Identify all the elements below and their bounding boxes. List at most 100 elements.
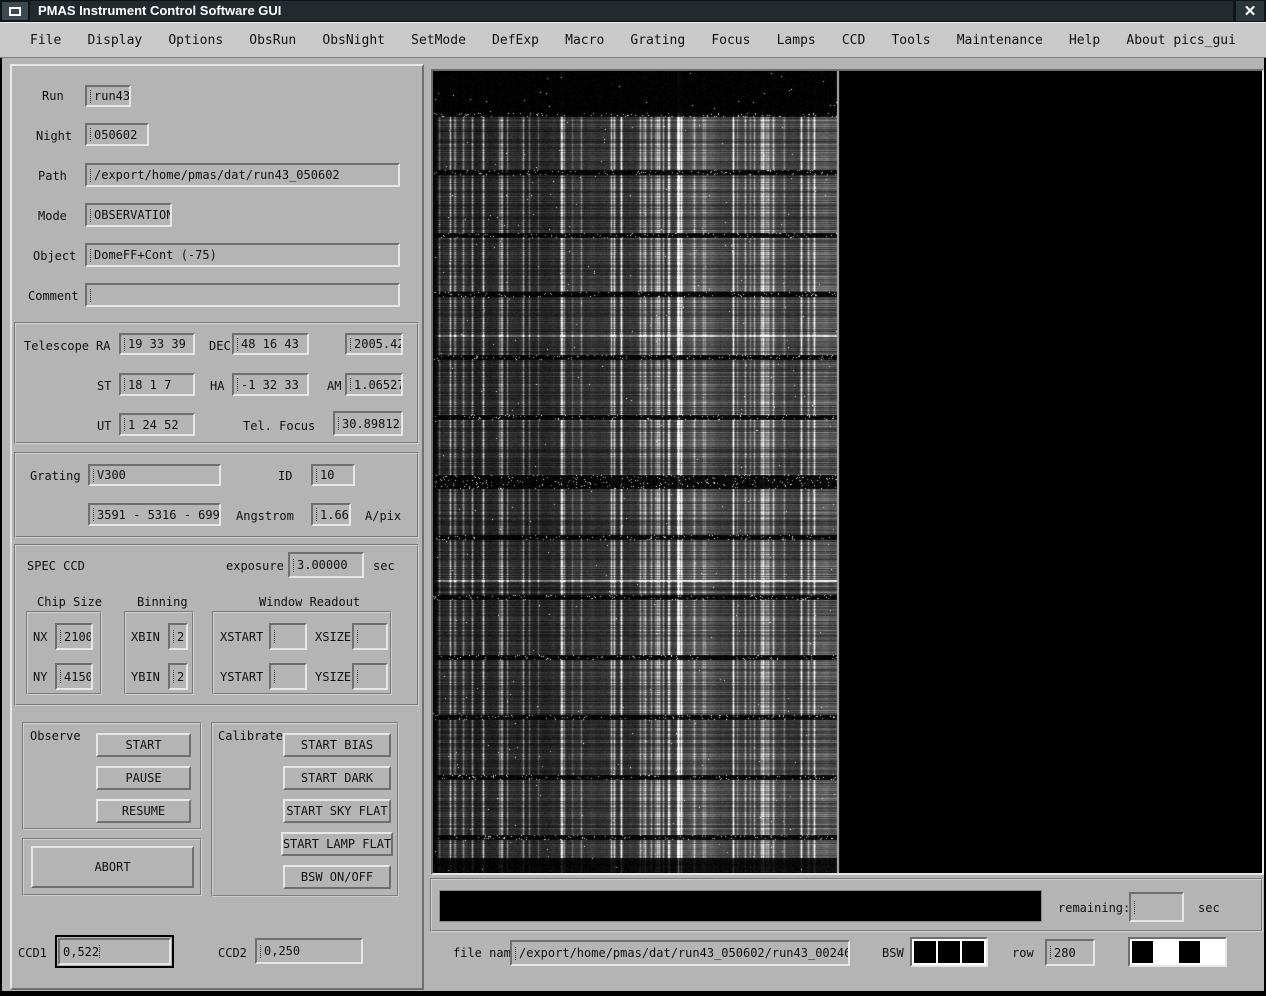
- path-field[interactable]: /export/home/pmas/dat/run43_050602: [85, 163, 400, 187]
- st-label: ST: [97, 379, 111, 393]
- dispersion-field[interactable]: 1.66: [311, 503, 351, 526]
- night-label: Night: [36, 129, 72, 143]
- menu-item-ccd[interactable]: CCD: [842, 33, 865, 48]
- start-bias-button[interactable]: START BIAS: [283, 733, 391, 757]
- ccd2-label: CCD2: [218, 946, 247, 960]
- menu-item-obsrun[interactable]: ObsRun: [249, 33, 296, 48]
- xbin-field[interactable]: 2: [168, 623, 188, 650]
- ccd2-field[interactable]: 0,250: [255, 938, 363, 964]
- ybin-field[interactable]: 2: [168, 663, 188, 690]
- window-menu-button[interactable]: [2, 2, 28, 20]
- text-cursor: [124, 338, 126, 351]
- pause-button[interactable]: PAUSE: [96, 766, 191, 790]
- text-cursor: [357, 670, 359, 683]
- remaining-field[interactable]: [1129, 892, 1184, 922]
- menu-item-maintenance[interactable]: Maintenance: [957, 33, 1043, 48]
- progress-panel: remaining: sec: [430, 878, 1263, 932]
- ystart-field[interactable]: [269, 663, 307, 690]
- menu-item-lamps[interactable]: Lamps: [777, 33, 816, 48]
- xsize-field[interactable]: [352, 623, 388, 650]
- menu-item-grating[interactable]: Grating: [630, 33, 685, 48]
- telescope-label: Telescope: [24, 339, 89, 353]
- grating-label: Grating: [30, 469, 81, 483]
- indicator-cell: [914, 941, 936, 963]
- text-cursor: [260, 945, 262, 958]
- exposure-field[interactable]: 3.00000: [288, 552, 364, 578]
- ut-field[interactable]: 1 24 52: [119, 413, 195, 436]
- file-name-field[interactable]: /export/home/pmas/dat/run43_050602/run43…: [510, 940, 850, 966]
- ha-field[interactable]: -1 32 33: [232, 373, 309, 396]
- grating-name-field[interactable]: V300: [88, 464, 221, 486]
- pmas-window: PMAS Instrument Control Software GUI ✕ F…: [0, 0, 1266, 996]
- st-field[interactable]: 18 1 7: [119, 373, 195, 396]
- night-field[interactable]: 050602: [85, 123, 149, 146]
- ccd1-field[interactable]: 0,522: [58, 938, 171, 965]
- object-field[interactable]: DomeFF+Cont (-75): [85, 243, 400, 267]
- text-cursor: [1134, 901, 1136, 914]
- nx-field[interactable]: 2100: [55, 623, 93, 650]
- path-label: Path: [38, 169, 67, 183]
- grating-id-field[interactable]: 10: [311, 464, 355, 486]
- menu-item-help[interactable]: Help: [1069, 33, 1100, 48]
- text-cursor: [357, 630, 359, 643]
- menu-item-defexp[interactable]: DefExp: [492, 33, 539, 48]
- window-readout-label: Window Readout: [259, 595, 360, 609]
- run-label: Run: [42, 89, 64, 103]
- menu-item-tools[interactable]: Tools: [891, 33, 930, 48]
- ccd1-label: CCD1: [18, 946, 47, 960]
- abort-button[interactable]: ABORT: [31, 846, 194, 888]
- text-cursor: [173, 670, 175, 683]
- bsw-on-off-button[interactable]: BSW ON/OFF: [283, 865, 391, 889]
- comment-field[interactable]: [85, 283, 400, 307]
- xstart-field[interactable]: [269, 623, 307, 650]
- grating-range-field[interactable]: 3591 - 5316 - 6995: [88, 503, 221, 526]
- text-cursor: [90, 90, 92, 103]
- ccd-image-canvas: [433, 71, 1262, 873]
- bsw-label: BSW: [882, 946, 904, 960]
- tel-focus-field[interactable]: 30.898125: [333, 411, 403, 436]
- ny-field[interactable]: 4150: [55, 663, 93, 690]
- menu-item-focus[interactable]: Focus: [711, 33, 750, 48]
- dec-field[interactable]: 48 16 43: [232, 333, 309, 355]
- ccd-image-display: [431, 69, 1264, 875]
- menu-item-options[interactable]: Options: [168, 33, 223, 48]
- text-cursor: [274, 670, 276, 683]
- text-cursor: [90, 249, 92, 262]
- menu-item-file[interactable]: File: [30, 33, 61, 48]
- window-close-button[interactable]: ✕: [1236, 1, 1264, 21]
- start-dark-button[interactable]: START DARK: [283, 766, 391, 790]
- xstart-label: XSTART: [220, 630, 263, 644]
- indicator-cell: [1202, 941, 1223, 963]
- menu-item-obsnight[interactable]: ObsNight: [322, 33, 385, 48]
- file-name-label: file name: [453, 946, 518, 960]
- text-cursor: [293, 559, 295, 572]
- start-button[interactable]: START: [96, 733, 191, 757]
- am-field[interactable]: 1.06527: [345, 373, 403, 396]
- readout-status-indicator: [1128, 937, 1227, 967]
- xbin-label: XBIN: [131, 630, 160, 644]
- epoch-field[interactable]: 2005.42: [345, 333, 403, 355]
- menu-item-setmode[interactable]: SetMode: [411, 33, 466, 48]
- text-cursor: [515, 947, 517, 960]
- menu-bar: File Display Options ObsRun ObsNight Set…: [0, 22, 1266, 58]
- menu-item-display[interactable]: Display: [87, 33, 142, 48]
- tel-focus-label: Tel. Focus: [243, 419, 315, 433]
- ny-label: NY: [33, 670, 47, 684]
- apix-label: A/pix: [365, 509, 401, 523]
- text-cursor: [338, 417, 340, 430]
- start-lamp-flat-button[interactable]: START LAMP FLAT: [281, 832, 393, 856]
- menu-item-about[interactable]: About pics_gui: [1126, 33, 1236, 48]
- resume-button[interactable]: RESUME: [96, 799, 191, 823]
- mode-field[interactable]: OBSERVATION: [85, 203, 172, 227]
- comment-label: Comment: [28, 289, 79, 303]
- ysize-field[interactable]: [352, 663, 388, 690]
- row-field[interactable]: 280: [1045, 939, 1095, 966]
- text-cursor: [350, 378, 352, 391]
- text-cursor: [124, 418, 126, 431]
- start-sky-flat-button[interactable]: START SKY FLAT: [283, 799, 391, 823]
- angstrom-label: Angstrom: [236, 509, 294, 523]
- remaining-label: remaining:: [1058, 901, 1130, 915]
- menu-item-macro[interactable]: Macro: [565, 33, 604, 48]
- run-field[interactable]: run43: [85, 85, 131, 107]
- ra-field[interactable]: 19 33 39: [119, 333, 195, 355]
